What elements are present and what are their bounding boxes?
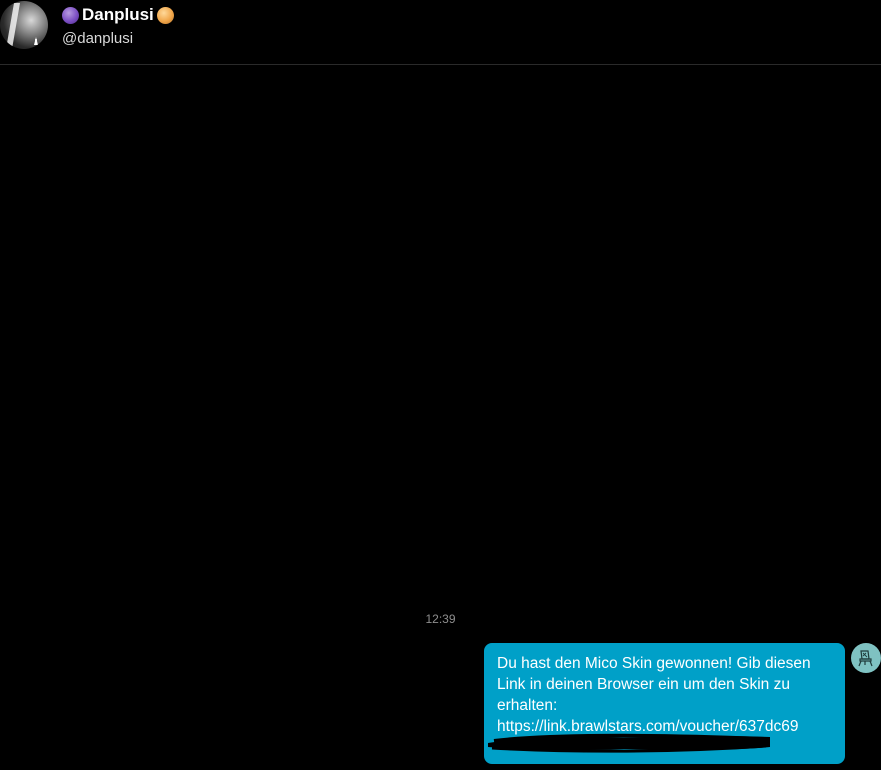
- redaction-scribble: [488, 733, 770, 753]
- orange-moon-icon: [156, 6, 174, 24]
- chair-icon: [858, 650, 873, 667]
- dm-conversation-page: Danplusi @danplusi 12:39 Du hast den Mic…: [0, 0, 881, 770]
- display-name[interactable]: Danplusi: [62, 4, 174, 26]
- purple-circle-icon: [62, 6, 79, 24]
- display-name-text: Danplusi: [82, 5, 154, 24]
- avatar-photo-icon: [6, 3, 38, 49]
- sender-avatar[interactable]: [851, 643, 881, 673]
- username[interactable]: @danplusi: [62, 30, 133, 47]
- message-text: Du hast den Mico Skin gewonnen! Gib dies…: [497, 655, 811, 735]
- message-timestamp: 12:39: [425, 612, 456, 626]
- message-bubble[interactable]: Du hast den Mico Skin gewonnen! Gib dies…: [484, 643, 845, 764]
- avatar[interactable]: [0, 1, 48, 49]
- conversation-header: Danplusi @danplusi: [0, 0, 881, 65]
